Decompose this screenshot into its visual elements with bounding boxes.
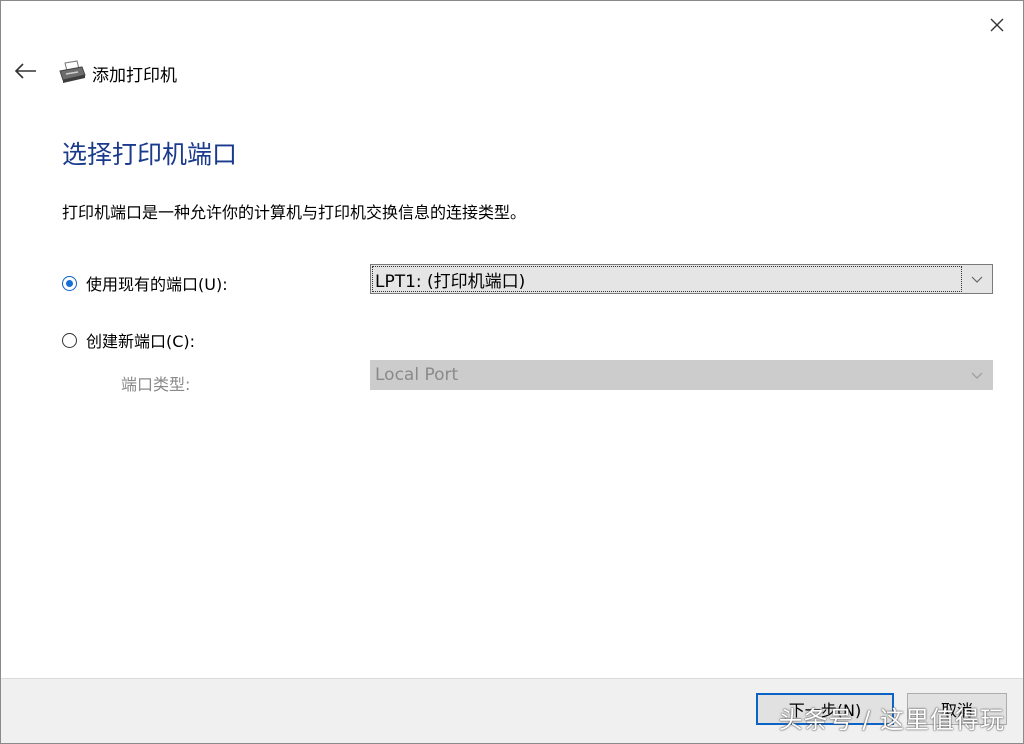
port-type-value: Local Port: [375, 365, 459, 385]
page-description: 打印机端口是一种允许你的计算机与打印机交换信息的连接类型。: [62, 203, 527, 222]
watermark-text: 头条号 / 这里值得玩: [778, 706, 1005, 734]
port-type-label: 端口类型:: [121, 375, 191, 394]
existing-port-select[interactable]: LPT1: (打印机端口): [370, 264, 993, 294]
close-button[interactable]: [983, 11, 1011, 39]
printer-icon: [57, 59, 87, 85]
use-existing-port-label: 使用现有的端口(U):: [86, 275, 228, 294]
dialog-title: 添加打印机: [92, 66, 177, 86]
create-new-port-label: 创建新端口(C):: [86, 332, 196, 351]
use-existing-port-option[interactable]: 使用现有的端口(U):: [62, 271, 228, 295]
chevron-down-icon: [968, 367, 986, 385]
use-existing-port-radio[interactable]: [62, 275, 77, 291]
back-button[interactable]: [9, 57, 41, 85]
create-new-port-option[interactable]: 创建新端口(C):: [62, 328, 195, 352]
page-title: 选择打印机端口: [62, 140, 238, 169]
close-icon: [990, 18, 1004, 32]
back-arrow-icon: [14, 63, 36, 79]
chevron-down-icon: [968, 271, 986, 289]
existing-port-value: LPT1: (打印机端口): [375, 271, 526, 292]
create-new-port-radio[interactable]: [62, 332, 77, 348]
add-printer-dialog: 添加打印机 选择打印机端口 打印机端口是一种允许你的计算机与打印机交换信息的连接…: [0, 0, 1024, 744]
port-type-select[interactable]: Local Port: [370, 360, 993, 390]
